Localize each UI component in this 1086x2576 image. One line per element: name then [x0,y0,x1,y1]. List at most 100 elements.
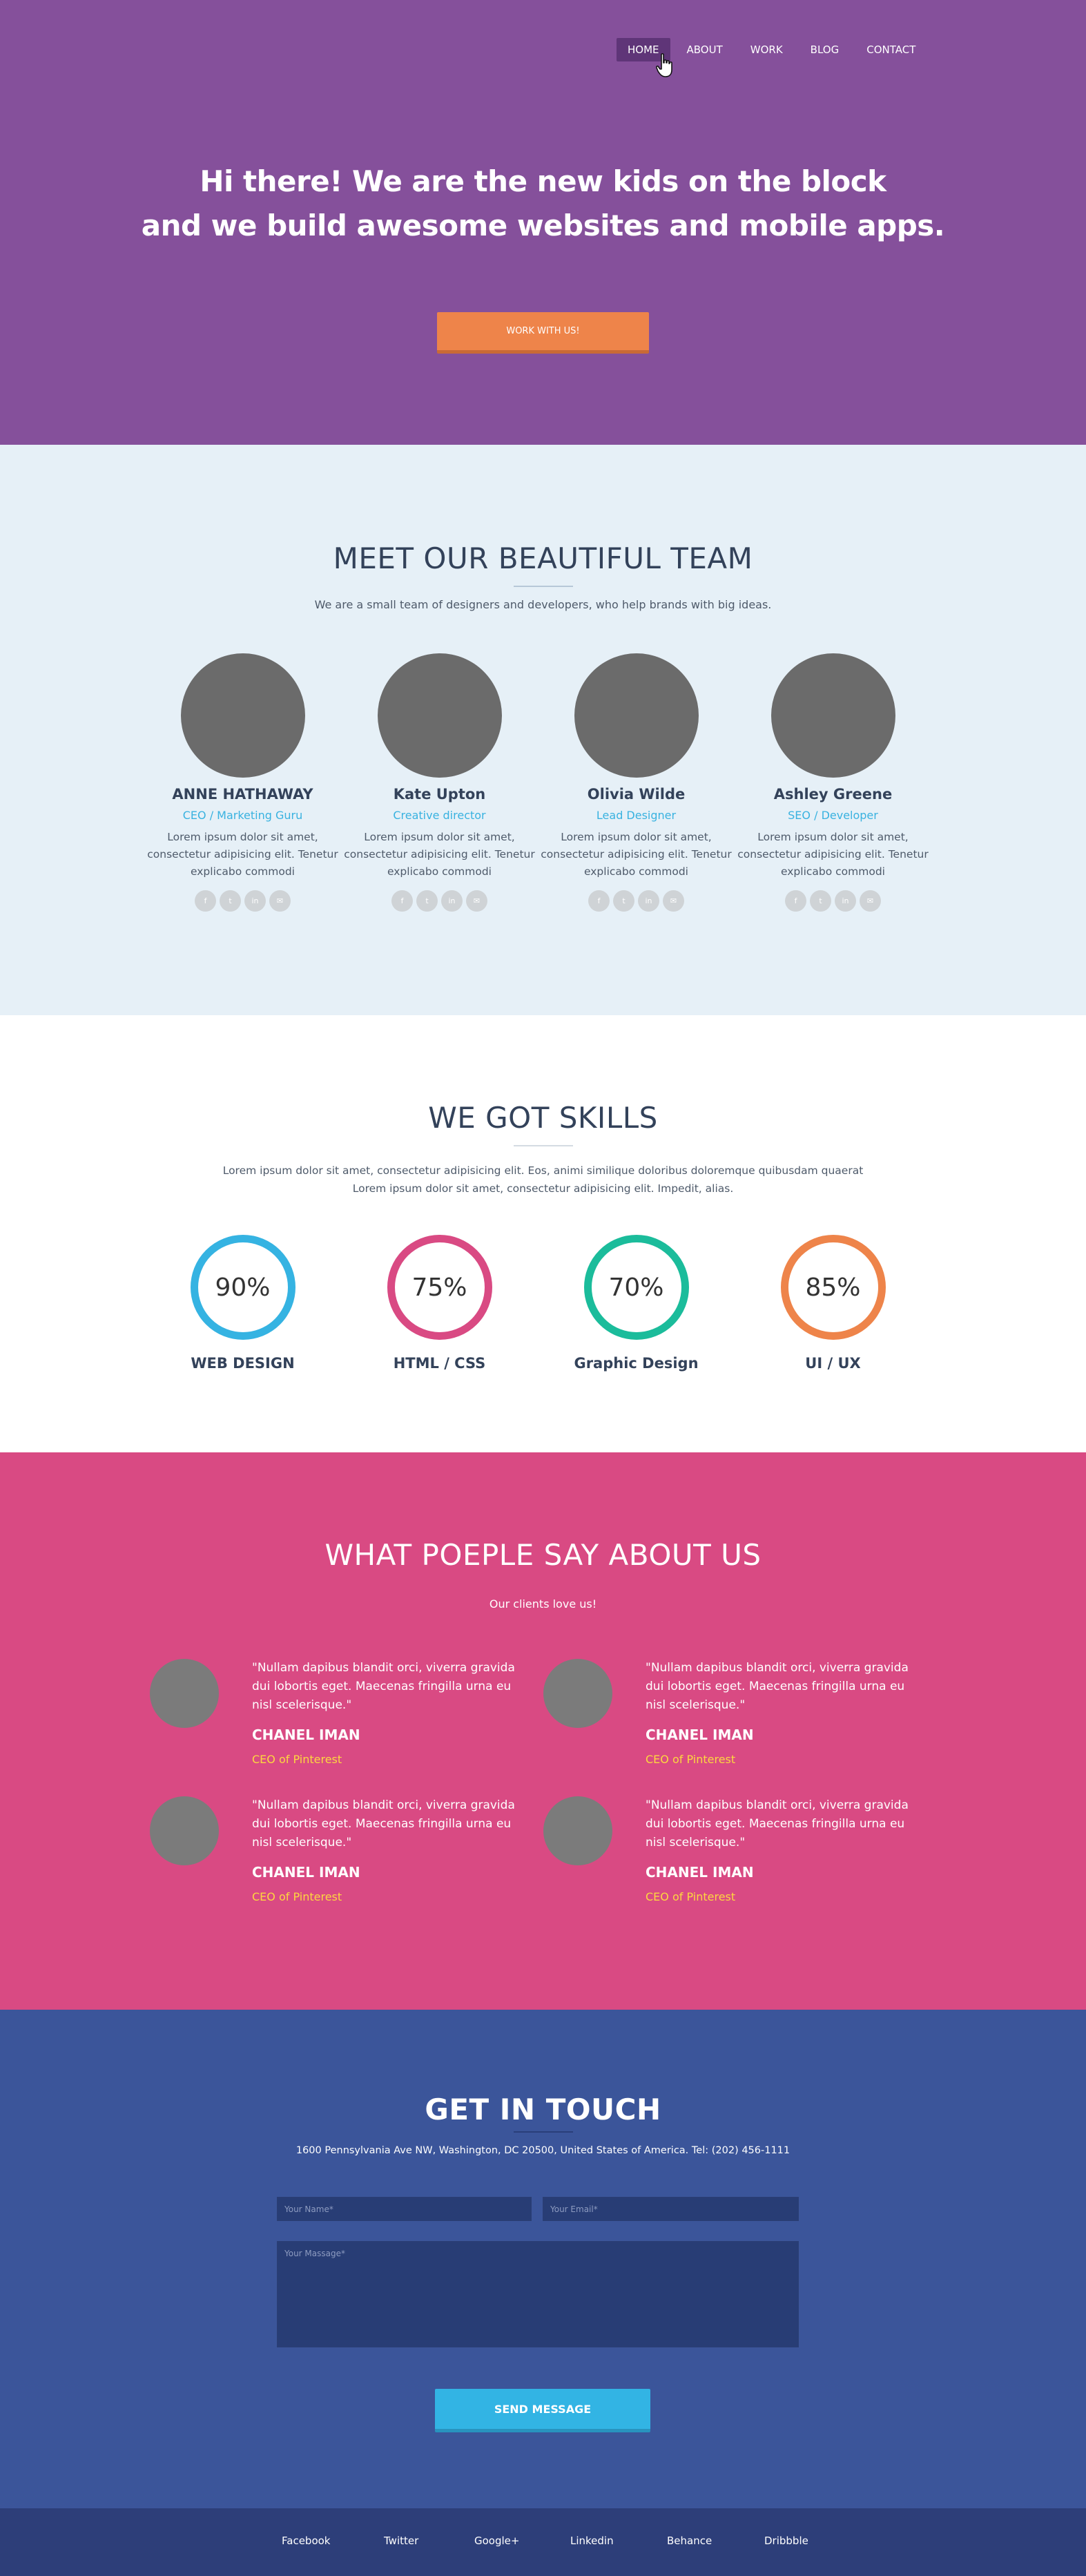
testimonial-name: CHANEL IMAN [252,1864,360,1881]
team-member-card: Ashley Greene SEO / Developer Lorem ipsu… [735,653,931,912]
nav-contact[interactable]: CONTACT [855,38,927,61]
testimonial-card: "Nullam dapibus blandit orci, viverra gr… [150,1796,523,1914]
linkedin-icon[interactable]: in [244,890,266,912]
team-member-card: ANNE HATHAWAY CEO / Marketing Guru Lorem… [144,653,341,912]
contact-address: 1600 Pennsylvania Ave NW, Washington, DC… [295,2145,791,2156]
team-member-photo [770,653,895,778]
twitter-icon[interactable]: t [613,890,634,912]
skill-label: WEB DESIGN [191,1355,295,1372]
skill-ring: 75% [387,1235,492,1340]
testimonial-quote: "Nullam dapibus blandit orci, viverra gr… [252,1661,515,1712]
team-member-role: CEO / Marketing Guru [182,809,303,822]
footer-link-linkedin[interactable]: Linkedin [570,2535,614,2547]
team-member-bio: Lorem ipsum dolor sit amet, consectetur … [344,831,535,878]
testimonial-role: CEO of Pinterest [646,1890,736,1903]
team-member-socials: f t in ✉ [735,890,931,912]
skill-ring: 85% [780,1235,886,1340]
hero-section: HOME ABOUT WORK BLOG CONTACT Hi there! W… [0,0,1086,445]
testimonial-role: CEO of Pinterest [252,1890,342,1903]
team-member-name: Ashley Greene [773,786,893,802]
skill-item: 85% UI / UX [735,1235,931,1372]
testimonial-card: "Nullam dapibus blandit orci, viverra gr… [543,1796,916,1914]
testimonial-role: CEO of Pinterest [646,1753,736,1766]
linkedin-icon[interactable]: in [441,890,463,912]
testimonials-title: WHAT POEPLE SAY ABOUT US [324,1538,762,1572]
email-icon[interactable]: ✉ [663,890,684,912]
footer-link-googleplus[interactable]: Google+ [474,2535,519,2547]
contact-divider [514,2131,573,2133]
team-divider [514,586,573,587]
twitter-icon[interactable]: t [220,890,241,912]
linkedin-icon[interactable]: in [638,890,659,912]
nav-work[interactable]: WORK [739,38,794,61]
testimonials-subtitle: Our clients love us! [489,1597,597,1611]
footer-link-behance[interactable]: Behance [667,2535,712,2547]
send-message-button[interactable]: SEND MESSAGE [435,2389,650,2432]
testimonial-quote: "Nullam dapibus blandit orci, viverra gr… [646,1661,909,1712]
hero-heading-line2: and we build awesome websites and mobile… [141,209,945,242]
facebook-icon[interactable]: f [391,890,413,912]
team-member-role: Lead Designer [596,809,677,822]
email-icon[interactable]: ✉ [269,890,291,912]
skills-subtitle-line1: Lorem ipsum dolor sit amet, consectetur … [222,1164,864,1177]
facebook-icon[interactable]: f [195,890,216,912]
skills-subtitle-line2: Lorem ipsum dolor sit amet, consectetur … [352,1182,734,1195]
testimonial-quote: "Nullam dapibus blandit orci, viverra gr… [252,1798,515,1849]
email-icon[interactable]: ✉ [466,890,487,912]
linkedin-icon[interactable]: in [835,890,856,912]
team-member-name: Olivia Wilde [587,786,686,802]
team-member-role: Creative director [393,809,486,822]
facebook-icon[interactable]: f [785,890,806,912]
skills-subtitle: Lorem ipsum dolor sit amet, consectetur … [0,1162,1086,1198]
twitter-icon[interactable]: t [416,890,438,912]
skills-section: WE GOT SKILLS Lorem ipsum dolor sit amet… [0,1015,1086,1452]
team-member-card: Kate Upton Creative director Lorem ipsum… [341,653,538,912]
testimonial-quote: "Nullam dapibus blandit orci, viverra gr… [646,1798,909,1849]
team-subtitle: We are a small team of designers and dev… [314,598,772,611]
name-field[interactable] [277,2197,532,2221]
footer-links: Facebook Twitter Google+ Linkedin Behanc… [0,2508,1086,2576]
testimonial-name: CHANEL IMAN [646,1864,754,1881]
testimonial-role: CEO of Pinterest [252,1753,342,1766]
skills-divider [514,1145,573,1146]
skills-title: WE GOT SKILLS [428,1101,658,1135]
skill-item: 70% Graphic Design [538,1235,735,1372]
testimonial-card: "Nullam dapibus blandit orci, viverra gr… [543,1659,916,1776]
skill-item: 75% HTML / CSS [341,1235,538,1372]
avatar [150,1659,219,1728]
twitter-icon[interactable]: t [810,890,831,912]
footer-link-facebook[interactable]: Facebook [282,2535,330,2547]
team-member-photo [180,653,305,778]
skill-ring: 90% [190,1235,295,1340]
nav-about[interactable]: ABOUT [676,38,734,61]
team-member-photo [574,653,699,778]
skill-label: Graphic Design [574,1355,699,1372]
team-member-photo [377,653,502,778]
team-title: MEET OUR BEAUTIFUL TEAM [333,541,753,575]
team-member-socials: f t in ✉ [144,890,341,912]
skill-ring: 70% [583,1235,689,1340]
avatar [543,1796,612,1865]
footer-link-dribbble[interactable]: Dribbble [764,2535,808,2547]
testimonial-name: CHANEL IMAN [646,1727,754,1743]
contact-section: GET IN TOUCH 1600 Pennsylvania Ave NW, W… [0,2010,1086,2508]
testimonial-name: CHANEL IMAN [252,1727,360,1743]
footer: Facebook Twitter Google+ Linkedin Behanc… [0,2508,1086,2576]
footer-link-twitter[interactable]: Twitter [384,2535,418,2547]
email-field[interactable] [543,2197,799,2221]
testimonial-card: "Nullam dapibus blandit orci, viverra gr… [150,1659,523,1776]
team-section: MEET OUR BEAUTIFUL TEAM We are a small t… [0,445,1086,1015]
nav-blog[interactable]: BLOG [799,38,851,61]
team-member-name: Kate Upton [393,786,486,802]
facebook-icon[interactable]: f [588,890,610,912]
team-member-name: ANNE HATHAWAY [172,786,313,802]
team-member-socials: f t in ✉ [341,890,538,912]
work-with-us-button[interactable]: WORK WITH US! [437,312,649,354]
message-field[interactable] [277,2241,799,2347]
team-member-bio: Lorem ipsum dolor sit amet, consectetur … [541,831,732,878]
email-icon[interactable]: ✉ [860,890,881,912]
hero-heading-line1: Hi there! We are the new kids on the blo… [200,164,886,198]
avatar [150,1796,219,1865]
team-member-role: SEO / Developer [788,809,878,822]
skill-label: HTML / CSS [393,1355,486,1372]
